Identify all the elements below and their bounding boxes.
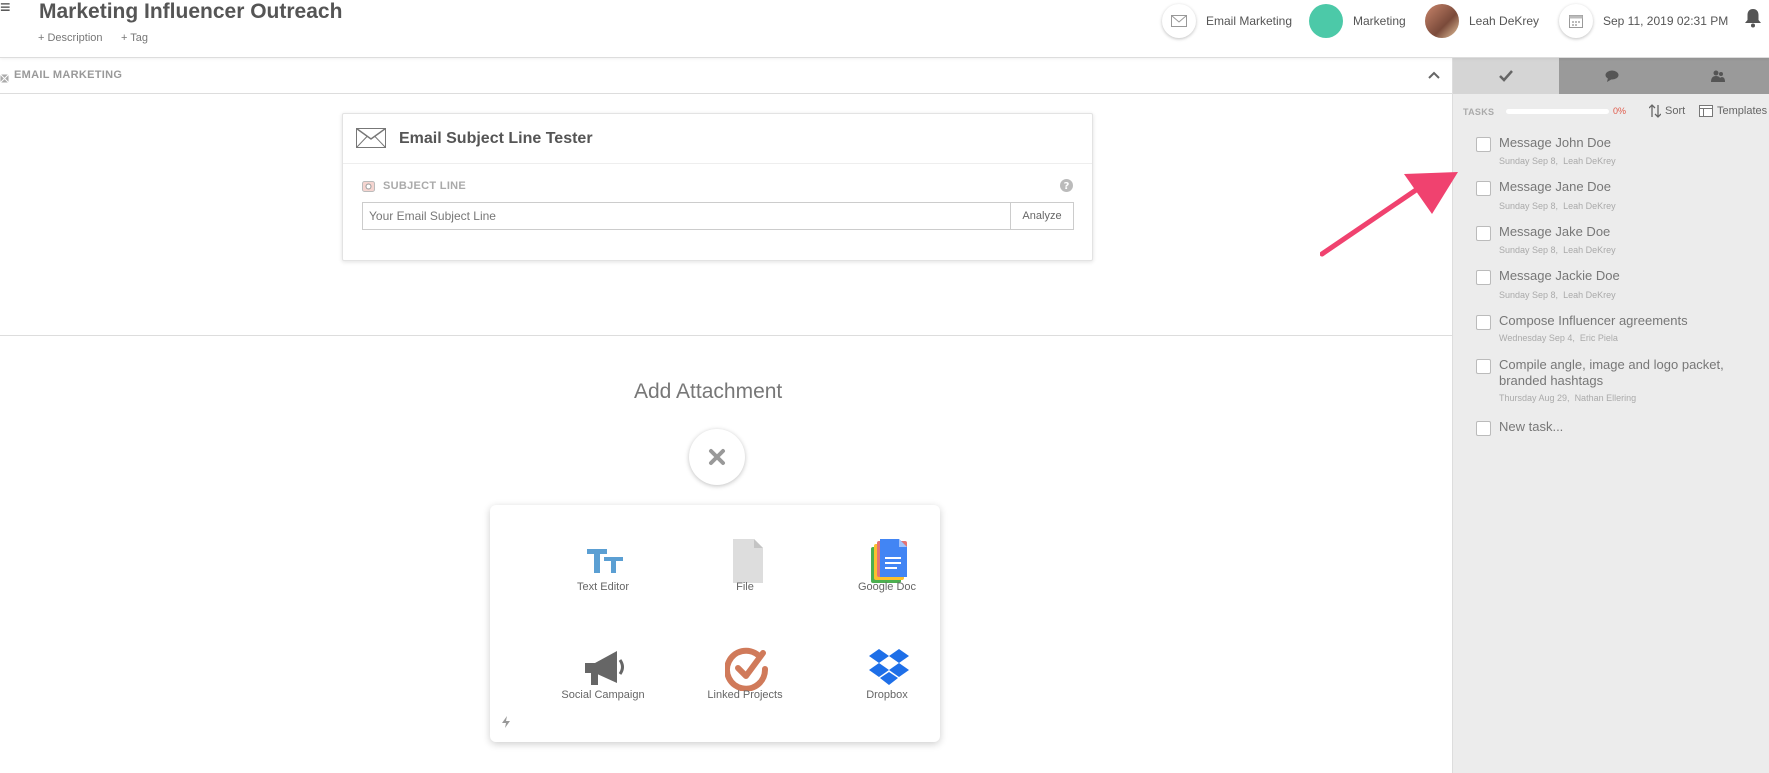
envelope-icon	[356, 127, 386, 153]
attach-linked-projects-option[interactable]: Linked Projects	[675, 627, 815, 717]
templates-button[interactable]: Templates	[1699, 103, 1767, 119]
help-icon[interactable]: ?	[1060, 179, 1073, 197]
attach-option-label: Text Editor	[577, 581, 629, 593]
task-title: Message Jane Doe	[1499, 179, 1612, 194]
dropbox-icon	[867, 647, 911, 691]
task-progress-percent: 0%	[1613, 106, 1627, 116]
megaphone-icon	[583, 647, 627, 691]
add-tag-link[interactable]: + Tag	[121, 32, 148, 44]
chevron-up-icon[interactable]	[1427, 67, 1441, 85]
attach-option-label: Social Campaign	[561, 689, 645, 701]
text-editor-icon	[583, 539, 627, 583]
channel-label: Email Marketing	[1206, 14, 1293, 28]
subject-line-label: SUBJECT LINE	[383, 180, 467, 192]
tasks-panel: TASKS 0% Sort Templates Message John Doe…	[1452, 58, 1769, 773]
task-meta: Sunday Sep 8, Leah DeKrey	[1499, 245, 1616, 255]
task-checkbox[interactable]	[1476, 181, 1491, 196]
app-window: ≡ Marketing Influencer Outreach + Descri…	[0, 0, 1769, 773]
task-checkbox[interactable]	[1476, 359, 1491, 374]
task-checkbox	[1476, 421, 1491, 436]
close-attachment-button[interactable]	[689, 429, 745, 485]
task-progress-bar	[1506, 109, 1609, 114]
bell-icon[interactable]	[1744, 8, 1764, 30]
task-checkbox[interactable]	[1476, 315, 1491, 330]
panel-tabs	[1453, 58, 1769, 94]
user-label: Leah DeKrey	[1469, 14, 1540, 28]
subject-line-input[interactable]	[362, 202, 1010, 230]
add-attachment-title: Add Attachment	[634, 380, 783, 403]
divider	[0, 335, 1452, 336]
tester-header: Email Subject Line Tester	[343, 114, 1092, 164]
envelope-icon	[0, 70, 9, 88]
team-label: Marketing	[1353, 14, 1406, 28]
task-title: Message Jackie Doe	[1499, 268, 1620, 283]
add-description-link[interactable]: + Description	[38, 32, 103, 44]
subject-line-tester-card: Email Subject Line Tester SUBJECT LINE ?…	[342, 113, 1093, 261]
user-selector[interactable]: Leah DeKrey	[1425, 4, 1539, 38]
tester-title: Email Subject Line Tester	[399, 130, 593, 147]
attach-text-editor-option[interactable]: Text Editor	[533, 519, 673, 609]
task-title: Compile angle, image and logo packet, br…	[1499, 357, 1724, 388]
linked-projects-icon	[724, 647, 769, 692]
google-doc-icon	[867, 539, 911, 583]
annotation-arrow-icon	[1319, 168, 1460, 269]
attach-option-label: Google Doc	[857, 581, 917, 593]
tab-people[interactable]	[1665, 58, 1769, 94]
task-meta: Thursday Aug 29, Nathan Ellering	[1499, 393, 1637, 403]
attach-social-campaign-option[interactable]: Social Campaign	[533, 627, 673, 717]
page-title: Marketing Influencer Outreach	[39, 0, 343, 23]
attachment-menu: Text Editor File Google Doc Social Campa…	[490, 505, 940, 742]
envelope-icon	[1162, 4, 1196, 38]
attach-option-label: File	[736, 581, 754, 593]
attach-google-doc-option[interactable]: Google Doc	[817, 519, 957, 609]
task-checkbox[interactable]	[1476, 270, 1491, 285]
comment-icon	[1605, 70, 1619, 82]
analyze-button[interactable]: Analyze	[1010, 202, 1074, 230]
sort-icon	[1649, 104, 1661, 118]
tasks-label: TASKS	[1463, 107, 1495, 117]
task-checkbox[interactable]	[1476, 137, 1491, 152]
tab-tasks[interactable]	[1453, 58, 1559, 94]
date-label: Sep 11, 2019 02:31 PM	[1603, 14, 1729, 28]
menu-icon[interactable]: ≡	[0, 0, 16, 16]
task-meta: Wednesday Sep 4, Eric Piela	[1499, 333, 1618, 343]
channel-selector[interactable]: Email Marketing	[1162, 4, 1292, 38]
lightning-icon	[501, 715, 511, 733]
team-selector[interactable]: Marketing	[1309, 4, 1406, 38]
task-checkbox[interactable]	[1476, 226, 1491, 241]
templates-label: Templates	[1717, 105, 1768, 117]
section-header[interactable]: EMAIL MARKETING	[0, 59, 1452, 94]
templates-icon	[1699, 105, 1713, 117]
task-meta: Sunday Sep 8, Leah DeKrey	[1499, 290, 1616, 300]
file-icon	[725, 539, 769, 583]
new-task-input[interactable]: New task...	[1499, 419, 1744, 435]
checkmark-icon	[1499, 70, 1513, 82]
section-label: EMAIL MARKETING	[14, 69, 123, 81]
task-meta: Sunday Sep 8, Leah DeKrey	[1499, 156, 1616, 166]
attach-dropbox-option[interactable]: Dropbox	[817, 627, 957, 717]
task-title: Message Jake Doe	[1499, 224, 1611, 239]
attach-file-option[interactable]: File	[675, 519, 815, 609]
calendar-icon	[1559, 4, 1593, 38]
svg-text:?: ?	[1064, 181, 1070, 192]
close-icon	[709, 449, 725, 465]
tab-comments[interactable]	[1559, 58, 1665, 94]
avatar	[1425, 4, 1459, 38]
sort-label: Sort	[1665, 105, 1686, 117]
people-icon	[1711, 70, 1725, 82]
task-title: Compose Influencer agreements	[1499, 313, 1688, 328]
header: ≡ Marketing Influencer Outreach + Descri…	[0, 0, 1769, 58]
team-color-dot	[1309, 4, 1343, 38]
task-title: Message John Doe	[1499, 135, 1612, 150]
date-selector[interactable]: Sep 11, 2019 02:31 PM	[1559, 4, 1728, 38]
camera-icon	[362, 179, 375, 197]
attach-option-label: Linked Projects	[707, 689, 783, 701]
attach-option-label: Dropbox	[866, 689, 908, 701]
sort-button[interactable]: Sort	[1649, 103, 1685, 119]
task-meta: Sunday Sep 8, Leah DeKrey	[1499, 201, 1616, 211]
